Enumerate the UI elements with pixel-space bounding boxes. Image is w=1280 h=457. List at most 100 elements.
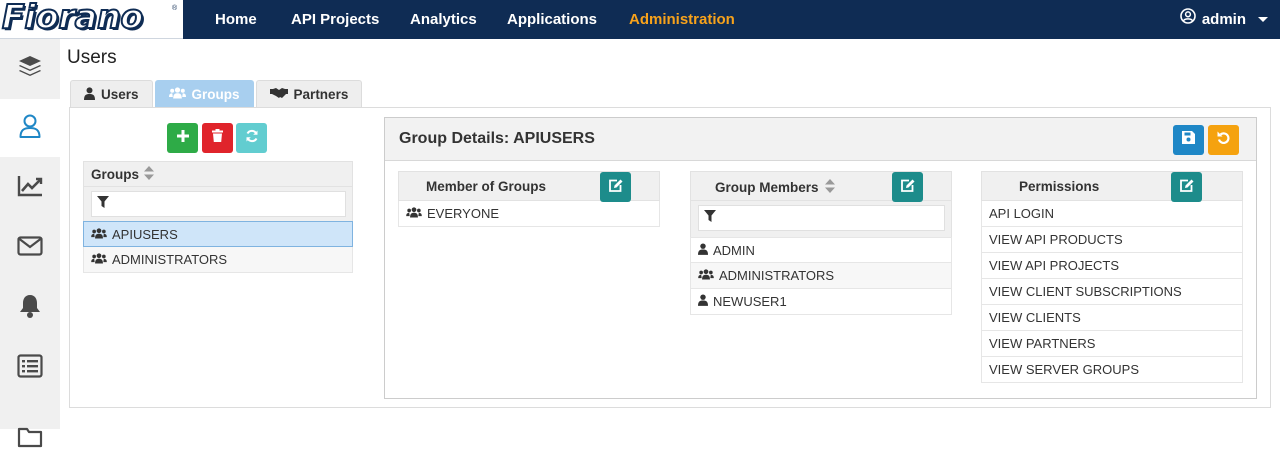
plus-icon [176,129,189,147]
permission-label: VIEW PARTNERS [989,336,1096,351]
group-members-label: Group Members [715,180,819,195]
chevron-down-icon [1258,17,1268,22]
permissions-label: Permissions [1019,179,1100,194]
add-group-button[interactable] [167,123,198,153]
tab-groups[interactable]: Groups [154,80,254,108]
user-icon [18,113,42,144]
member-row-administrators[interactable]: ADMINISTRATORS [690,263,952,289]
nav-analytics[interactable]: Analytics [410,0,477,39]
permission-label: VIEW CLIENTS [989,310,1081,325]
nav-applications[interactable]: Applications [507,0,597,39]
permission-label: VIEW SERVER GROUPS [989,362,1140,377]
group-details-panel: Group Details: APIUSERS Member of Groups… [384,117,1257,399]
group-details-title: Group Details: APIUSERS [399,130,595,147]
user-icon [84,86,95,103]
members-filter-input[interactable] [698,205,945,231]
undo-icon [1217,131,1230,149]
permission-row[interactable]: VIEW CLIENTS [981,305,1243,331]
logo[interactable]: Fiorano ® [0,0,183,39]
users-icon [91,227,107,242]
user-name: admin [1201,10,1246,28]
rail-users[interactable] [0,99,60,157]
mail-icon [17,235,43,261]
user-icon [698,242,708,258]
rail-notifications[interactable] [0,279,60,337]
groups-filter-row [83,187,353,221]
permission-label: API LOGIN [989,206,1055,221]
group-row-label: ADMINISTRATORS [112,252,228,267]
filter-icon [97,195,109,213]
group-details-header: Group Details: APIUSERS [385,118,1256,161]
group-row-administrators[interactable]: ADMINISTRATORS [83,247,353,273]
member-label: NEWUSER1 [713,294,787,309]
sort-icon[interactable] [824,179,835,196]
logo-text: Fiorano [1,0,144,37]
rail-layers[interactable] [0,39,60,97]
tab-label: Users [101,87,139,102]
tab-label: Groups [191,87,240,102]
top-navbar: Fiorano ® Home API Projects Analytics Ap… [0,0,1280,39]
layers-icon [17,54,43,83]
left-rail [0,39,60,447]
tab-bar: Users Groups Partners [70,80,363,108]
members-filter-row [690,201,952,237]
edit-icon [1179,179,1194,195]
permission-row[interactable]: VIEW CLIENT SUBSCRIPTIONS [981,279,1243,305]
rail-analytics[interactable] [0,159,60,217]
users-icon [91,252,107,267]
edit-permissions-button[interactable] [1171,172,1202,202]
undo-button[interactable] [1208,125,1239,155]
member-of-groups-label: Member of Groups [426,179,547,194]
member-of-groups-column: Member of Groups EVERYONE [398,171,660,227]
group-members-header: Group Members [690,171,952,202]
permission-row[interactable]: VIEW API PRODUCTS [981,227,1243,253]
nav-api-projects[interactable]: API Projects [291,0,379,39]
rail-messages[interactable] [0,219,60,277]
permission-label: VIEW API PRODUCTS [989,232,1123,247]
permission-label: VIEW API PROJECTS [989,258,1120,273]
refresh-groups-button[interactable] [236,123,267,153]
edit-icon [608,179,623,195]
group-row-apiusers[interactable]: APIUSERS [83,221,353,247]
groups-header-label: Groups [91,166,140,182]
refresh-icon [245,129,259,148]
chart-icon [17,175,43,202]
permission-row[interactable]: VIEW API PROJECTS [981,253,1243,279]
permission-row[interactable]: VIEW SERVER GROUPS [981,357,1243,383]
edit-members-button[interactable] [892,172,923,202]
permission-row[interactable]: VIEW PARTNERS [981,331,1243,357]
save-button[interactable] [1173,125,1204,155]
sort-icon[interactable] [144,165,155,183]
folder-icon [17,426,43,453]
group-row-label: APIUSERS [112,226,178,242]
member-label: ADMIN [713,242,755,258]
member-of-row[interactable]: EVERYONE [398,201,660,227]
rail-list[interactable] [0,339,60,397]
delete-group-button[interactable] [202,123,233,153]
nav-administration[interactable]: Administration [629,0,735,39]
edit-icon [900,179,915,195]
member-of-groups-header: Member of Groups [398,171,660,202]
tab-users[interactable]: Users [70,80,153,108]
users-icon [168,87,186,102]
handshake-icon [269,87,288,102]
groups-column-header[interactable]: Groups [83,161,353,187]
permission-label: VIEW CLIENT SUBSCRIPTIONS [989,284,1182,299]
member-of-label: EVERYONE [427,206,500,221]
filter-icon [704,209,716,227]
user-circle-icon [1180,0,1196,40]
permission-row[interactable]: API LOGIN [981,201,1243,227]
member-row-newuser1[interactable]: NEWUSER1 [690,289,952,315]
member-label: ADMINISTRATORS [719,268,835,283]
user-menu[interactable]: admin [1180,0,1268,39]
logo-trademark: ® [172,5,178,12]
tab-partners[interactable]: Partners [255,80,363,108]
save-icon [1182,131,1195,149]
user-icon [698,294,708,309]
list-icon [17,353,43,383]
groups-filter-input[interactable] [91,191,346,217]
edit-member-of-button[interactable] [600,172,631,202]
rail-folder[interactable] [0,399,60,457]
member-row-admin[interactable]: ADMIN [690,237,952,263]
nav-home[interactable]: Home [215,0,257,39]
